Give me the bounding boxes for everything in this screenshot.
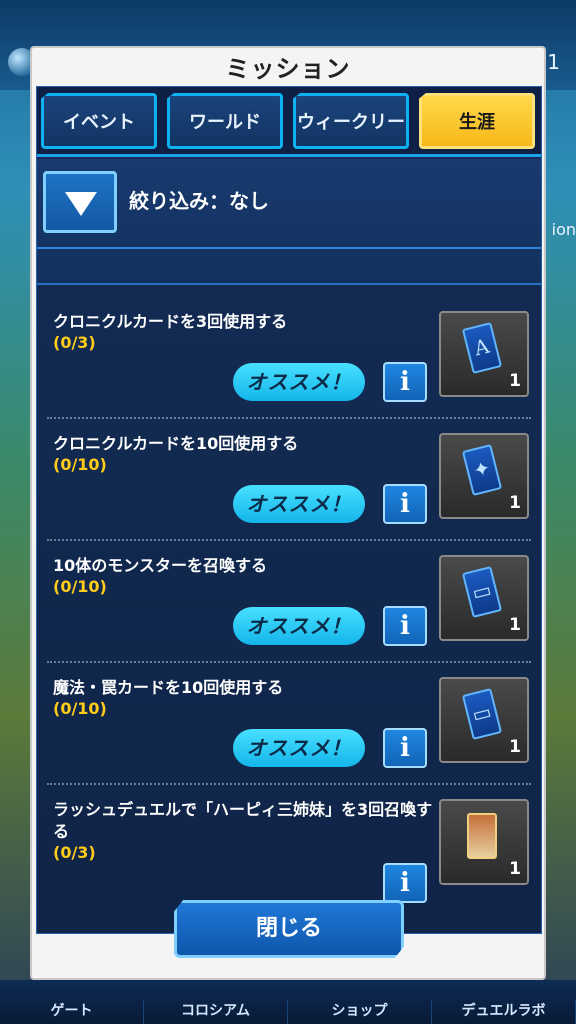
card-back-icon: ▭ [461, 566, 503, 618]
mission-progress: (0/3) [53, 843, 96, 862]
info-button[interactable]: i [383, 728, 427, 768]
card-star-icon: ✦ [461, 444, 503, 496]
close-button[interactable]: 閉じる [174, 900, 404, 958]
mission-item: クロニクルカードを10回使用する (0/10) オススメ！ i ✦ 1 [47, 419, 531, 541]
mission-title: 魔法・罠カードを10回使用する [53, 678, 284, 697]
recommend-button[interactable]: オススメ！ [233, 485, 365, 523]
mission-tabs: イベント ワールド ウィークリー 生涯 [37, 87, 541, 157]
mission-dialog: ミッション イベント ワールド ウィークリー 生涯 絞り込み：なし クロニクルカ… [30, 46, 546, 980]
mission-list[interactable]: クロニクルカードを3回使用する (0/3) オススメ！ i A 1 クロニクルカ… [37, 297, 541, 907]
filter-bar: 絞り込み：なし [37, 159, 541, 285]
info-button[interactable]: i [383, 484, 427, 524]
dialog-title: ミッション [225, 55, 351, 83]
reward-count: 1 [509, 371, 521, 391]
info-button[interactable]: i [383, 606, 427, 646]
reward-box: ▭ 1 [439, 677, 529, 763]
card-a-icon: A [461, 322, 503, 374]
dialog-body: イベント ワールド ウィークリー 生涯 絞り込み：なし クロニクルカードを3回使… [36, 86, 542, 934]
reward-box: ✦ 1 [439, 433, 529, 519]
reward-count: 1 [509, 859, 521, 879]
nav-colosseum[interactable]: コロシアム [144, 1000, 288, 1024]
reward-box: 1 [439, 799, 529, 885]
filter-dropdown-button[interactable] [43, 171, 117, 233]
divider [37, 247, 541, 273]
nav-gate[interactable]: ゲート [0, 1000, 144, 1024]
recommend-button[interactable]: オススメ！ [233, 363, 365, 401]
card-back-icon: ▭ [461, 688, 503, 740]
info-button[interactable]: i [383, 863, 427, 903]
mission-title: クロニクルカードを10回使用する [53, 434, 299, 453]
nav-shop[interactable]: ショップ [288, 1000, 432, 1024]
mission-progress: (0/10) [53, 455, 107, 474]
reward-count: 1 [509, 615, 521, 635]
recommend-button[interactable]: オススメ！ [233, 607, 365, 645]
tab-world[interactable]: ワールド [167, 93, 283, 149]
mission-title: クロニクルカードを3回使用する [53, 312, 288, 331]
mission-title: 10体のモンスターを召喚する [53, 556, 267, 575]
mission-item: 10体のモンスターを召喚する (0/10) オススメ！ i ▭ 1 [47, 541, 531, 663]
tab-lifetime[interactable]: 生涯 [419, 93, 535, 149]
mission-progress: (0/3) [53, 333, 96, 352]
info-button[interactable]: i [383, 362, 427, 402]
triangle-down-icon [65, 192, 97, 216]
nav-duel-lab[interactable]: デュエルラボ [432, 1000, 576, 1024]
mission-item: 魔法・罠カードを10回使用する (0/10) オススメ！ i ▭ 1 [47, 663, 531, 785]
background-side-text: ion [551, 220, 576, 239]
reward-box: ▭ 1 [439, 555, 529, 641]
header-count: 1 [547, 50, 560, 74]
mission-progress: (0/10) [53, 577, 107, 596]
monster-card-icon [467, 813, 497, 859]
tab-weekly[interactable]: ウィークリー [293, 93, 409, 149]
reward-box: A 1 [439, 311, 529, 397]
tab-event[interactable]: イベント [41, 93, 157, 149]
reward-count: 1 [509, 493, 521, 513]
reward-count: 1 [509, 737, 521, 757]
mission-item: クロニクルカードを3回使用する (0/3) オススメ！ i A 1 [47, 297, 531, 419]
mission-progress: (0/10) [53, 699, 107, 718]
mission-item: ラッシュデュエルで「ハーピィ三姉妹」を3回召喚する (0/3) i 1 [47, 785, 531, 907]
bottom-navigation: ゲート コロシアム ショップ デュエルラボ [0, 980, 576, 1024]
recommend-button[interactable]: オススメ！ [233, 729, 365, 767]
mission-title: ラッシュデュエルで「ハーピィ三姉妹」を3回召喚する [53, 800, 433, 841]
filter-label: 絞り込み：なし [129, 189, 269, 213]
